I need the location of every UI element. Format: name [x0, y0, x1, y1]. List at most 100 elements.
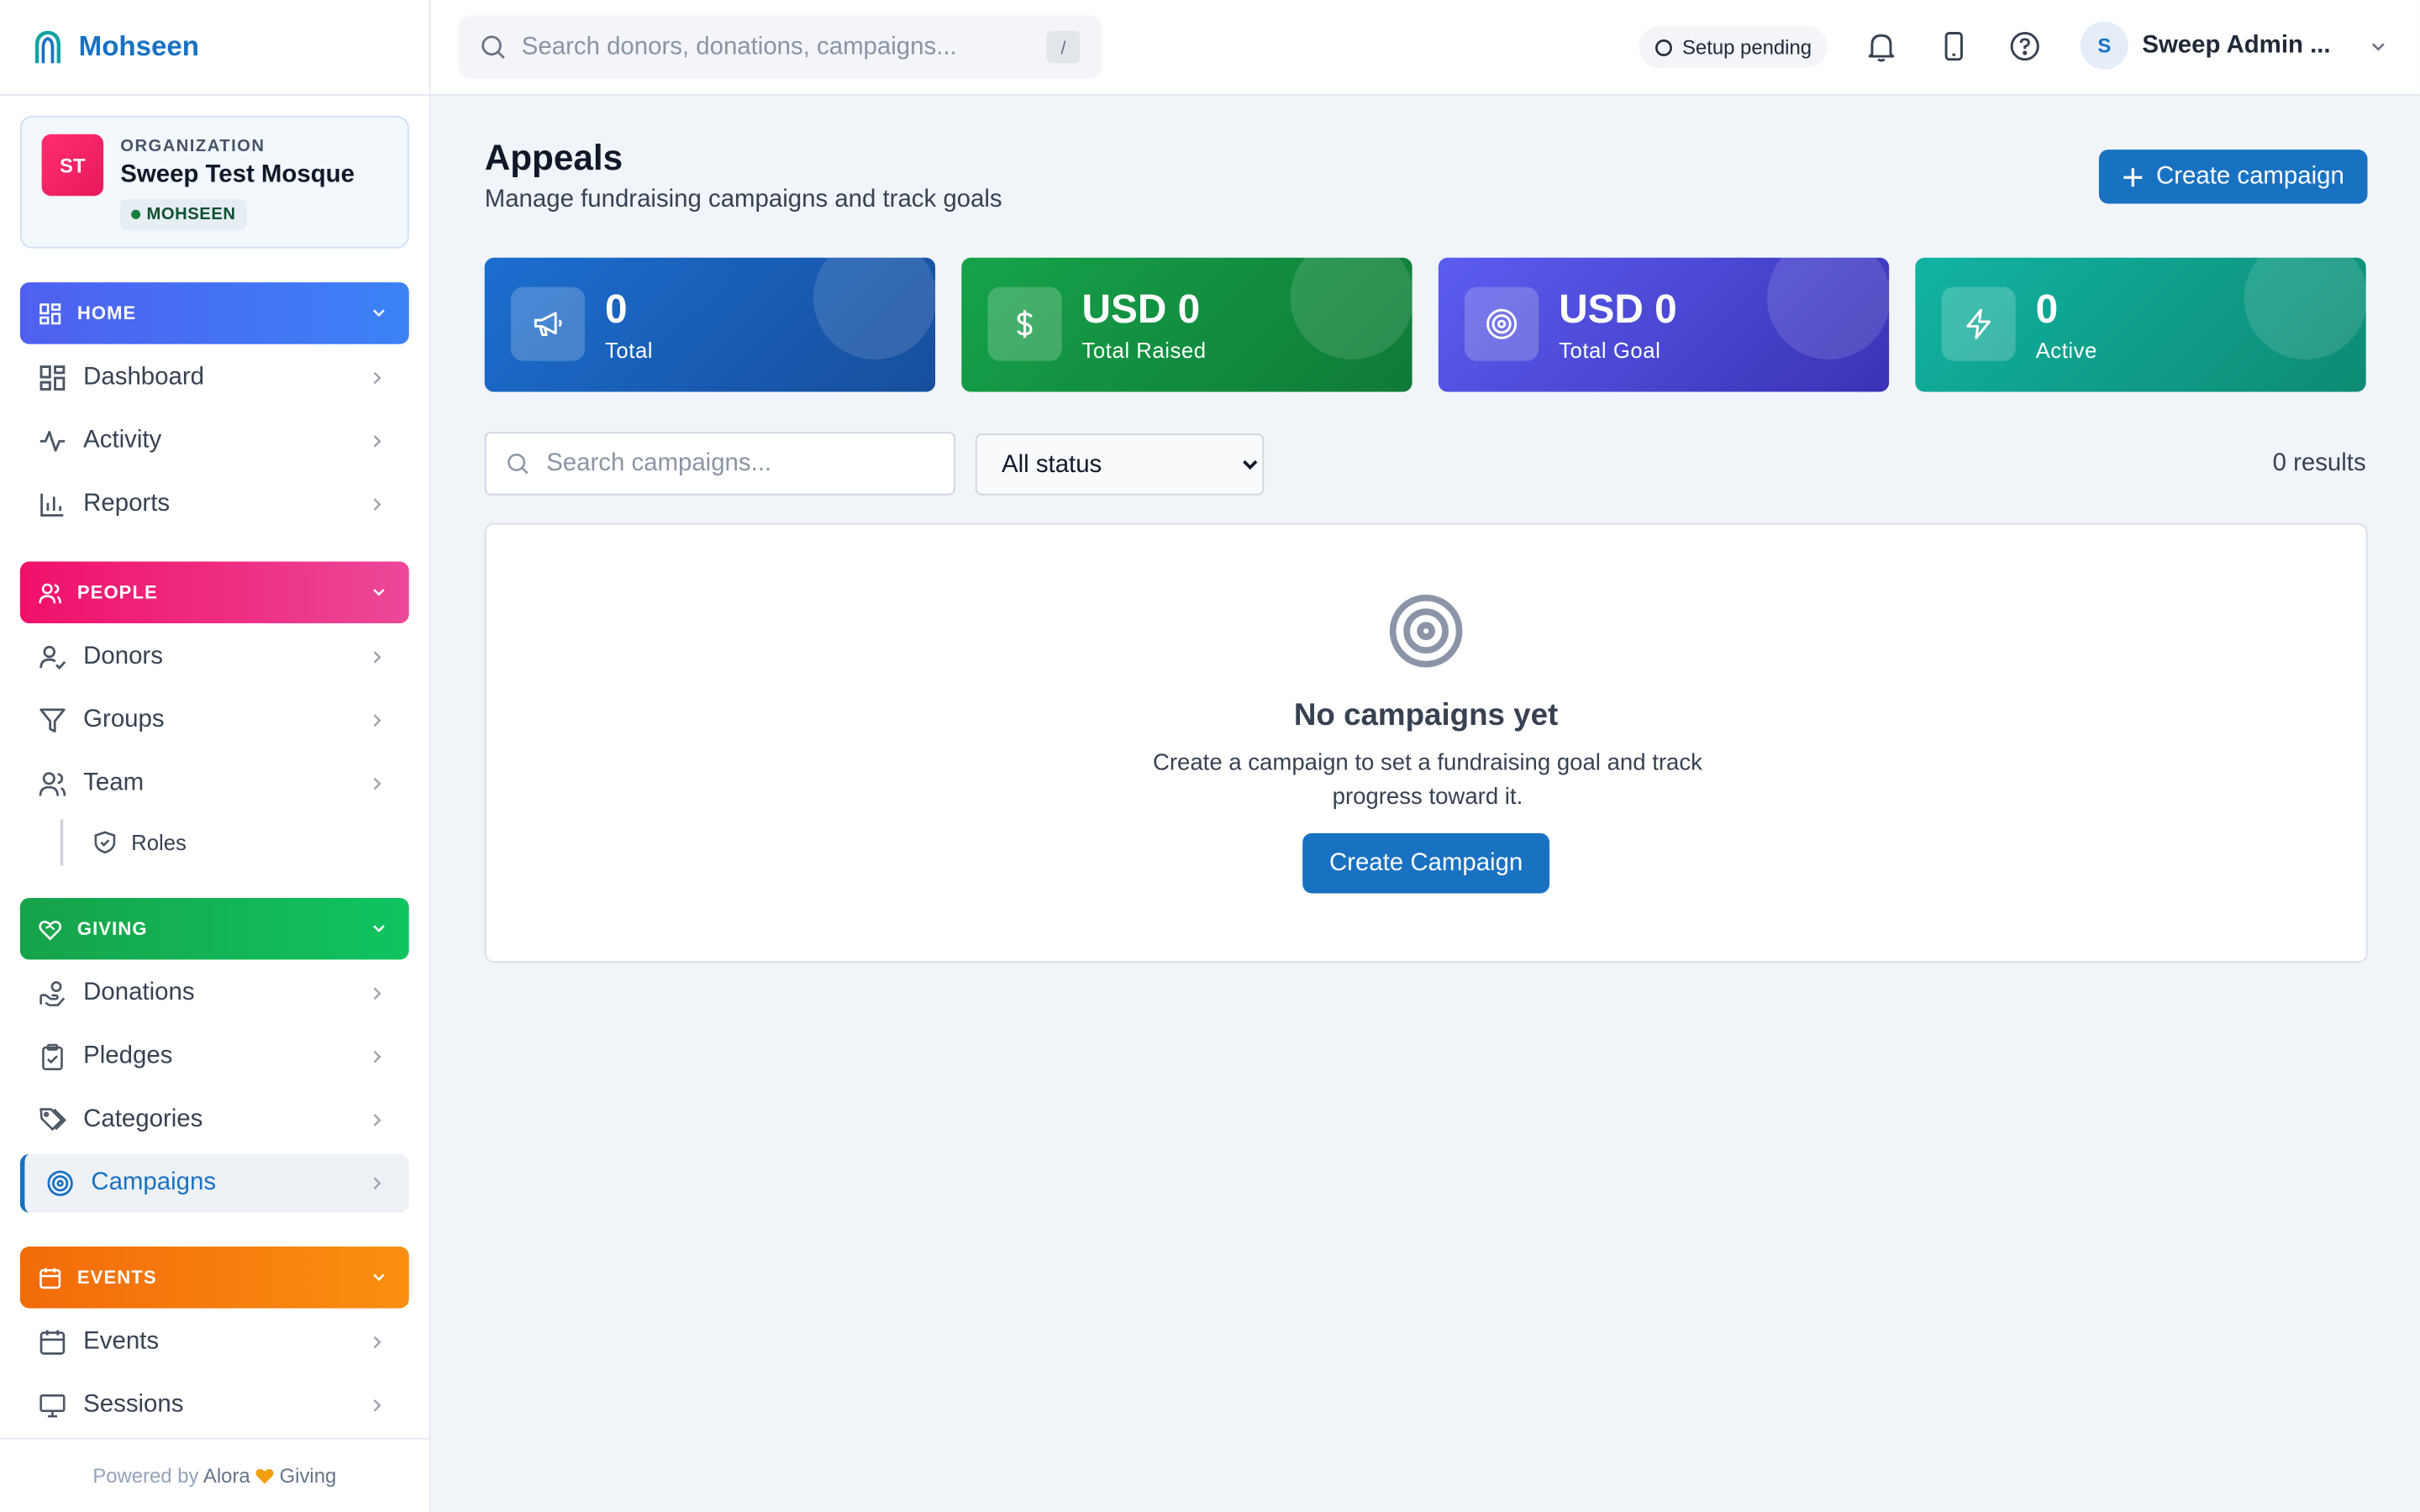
section-home-label: HOME [76, 302, 137, 324]
sidebar-item-activity[interactable]: Activity [20, 412, 409, 470]
status-dot-icon [131, 209, 141, 219]
chevron-right-icon [369, 496, 384, 512]
chevron-right-icon [369, 986, 384, 1001]
tags-icon [39, 1106, 66, 1134]
stat-label: Total Raised [1081, 338, 1207, 363]
sidebar-item-pledges[interactable]: Pledges [20, 1027, 409, 1086]
calendar-icon [39, 1266, 62, 1289]
section-home[interactable]: HOME [19, 282, 409, 344]
search-icon [506, 452, 529, 475]
calendar-icon [39, 1328, 66, 1356]
sidebar-item-campaigns[interactable]: Campaigns [19, 1153, 409, 1213]
sidebar-item-donations[interactable]: Donations [20, 964, 409, 1023]
help-circle-icon[interactable] [2008, 29, 2042, 63]
sidebar-subitem-roles[interactable]: Roles [60, 819, 409, 866]
stat-card-total-raised: USD 0 Total Raised [961, 257, 1413, 392]
chevron-down-icon [371, 583, 387, 600]
create-campaign-button[interactable]: Create campaign [2098, 150, 2368, 204]
sidebar-item-label: Reports [83, 491, 171, 517]
hand-coins-icon [39, 979, 66, 1007]
sidebar-item-team[interactable]: Team [20, 754, 409, 813]
user-menu[interactable]: S Sweep Admin ... [2080, 21, 2388, 70]
sidebar-item-sessions[interactable]: Sessions [20, 1376, 409, 1435]
chevron-right-icon [369, 1398, 384, 1413]
sidebar: Mohseen ST ORGANIZATION Sweep Test Mosqu… [0, 0, 431, 1512]
bolt-icon [1941, 286, 2016, 361]
shield-check-icon [92, 830, 117, 854]
chevron-right-icon [369, 433, 384, 449]
target-icon [1465, 286, 1539, 361]
clipboard-check-icon [39, 1043, 66, 1071]
sidebar-item-label: Pledges [83, 1042, 173, 1069]
create-campaign-label: Create campaign [2156, 162, 2344, 189]
stat-value: 0 [2035, 285, 2059, 332]
chevron-right-icon [369, 370, 384, 386]
filter-icon [39, 706, 66, 734]
stat-card-active: 0 Active [1915, 257, 2366, 392]
main-content: / Setup pending S Sweep Admin ... Appeal… [430, 0, 2420, 1512]
brand[interactable]: Mohseen [0, 0, 429, 96]
sidebar-item-label: Events [83, 1328, 160, 1355]
sidebar-item-events[interactable]: Events [20, 1313, 409, 1372]
global-search[interactable]: / [458, 15, 1102, 79]
chevron-down-icon [2370, 36, 2388, 55]
section-people[interactable]: PEOPLE [19, 561, 409, 624]
chevron-right-icon [369, 649, 384, 664]
sidebar-item-dashboard[interactable]: Dashboard [20, 349, 409, 407]
mosque-logo-icon [33, 29, 64, 64]
chevron-down-icon [371, 920, 387, 937]
section-giving[interactable]: GIVING [19, 897, 409, 960]
sidebar-subitem-label: Roles [131, 830, 187, 855]
footer-prefix: Powered by [92, 1464, 199, 1488]
dollar-icon [987, 286, 1062, 361]
stat-label: Active [2035, 338, 2097, 363]
sidebar-item-groups[interactable]: Groups [20, 691, 409, 750]
sidebar-item-label: Groups [83, 706, 165, 733]
section-events-label: EVENTS [76, 1266, 157, 1289]
stat-card-total-goal: USD 0 Total Goal [1438, 257, 1890, 392]
organization-card[interactable]: ST ORGANIZATION Sweep Test Mosque MOHSEE… [19, 115, 409, 249]
bar-chart-icon [39, 491, 66, 518]
user-check-icon [39, 643, 66, 671]
sidebar-item-label: Categories [83, 1105, 203, 1133]
sidebar-item-categories[interactable]: Categories [20, 1091, 409, 1150]
powered-by-footer: Powered by Alora Giving [0, 1437, 429, 1512]
org-avatar: ST [41, 134, 104, 197]
stat-value: USD 0 [1081, 285, 1201, 332]
grid-icon [39, 302, 62, 325]
activity-icon [39, 428, 66, 455]
decorative-circle [1290, 257, 1413, 360]
campaign-search[interactable] [484, 432, 955, 496]
campaign-search-input[interactable] [546, 449, 933, 478]
section-events[interactable]: EVENTS [19, 1247, 409, 1309]
heart-handshake-icon [39, 917, 62, 941]
setup-status-pill[interactable]: Setup pending [1639, 26, 1828, 68]
footer-brand-giving: Giving [279, 1464, 337, 1488]
empty-create-campaign-button[interactable]: Create Campaign [1302, 832, 1550, 894]
chevron-right-icon [369, 1049, 384, 1064]
sidebar-item-reports[interactable]: Reports [20, 475, 409, 534]
section-giving-label: GIVING [76, 917, 148, 940]
sidebar-item-label: Donors [83, 643, 163, 670]
search-shortcut-key: / [1046, 30, 1081, 64]
users-icon [39, 770, 66, 798]
chevron-down-icon [371, 1268, 387, 1285]
status-filter-select[interactable]: All status [975, 433, 1265, 496]
empty-state-title: No campaigns yet [1293, 699, 1559, 733]
search-icon [480, 34, 506, 60]
sidebar-nav: HOME Dashboard Activity Reports PEOPLE D… [19, 282, 409, 1435]
chevron-right-icon [369, 1176, 384, 1191]
sidebar-item-donors[interactable]: Donors [20, 628, 409, 687]
mobile-device-icon[interactable] [1937, 29, 1970, 63]
stat-value: 0 [604, 285, 628, 332]
stat-label: Total [604, 338, 654, 363]
brand-name: Mohseen [78, 30, 199, 62]
page-title: Appeals [484, 137, 623, 178]
monitor-icon [39, 1392, 66, 1420]
decorative-circle [813, 257, 936, 360]
global-search-input[interactable] [521, 33, 1016, 61]
topbar: / Setup pending S Sweep Admin ... [430, 0, 2420, 96]
footer-brand-alora: Alora [203, 1464, 250, 1488]
bell-icon[interactable] [1865, 29, 1898, 63]
chevron-right-icon [369, 776, 384, 791]
